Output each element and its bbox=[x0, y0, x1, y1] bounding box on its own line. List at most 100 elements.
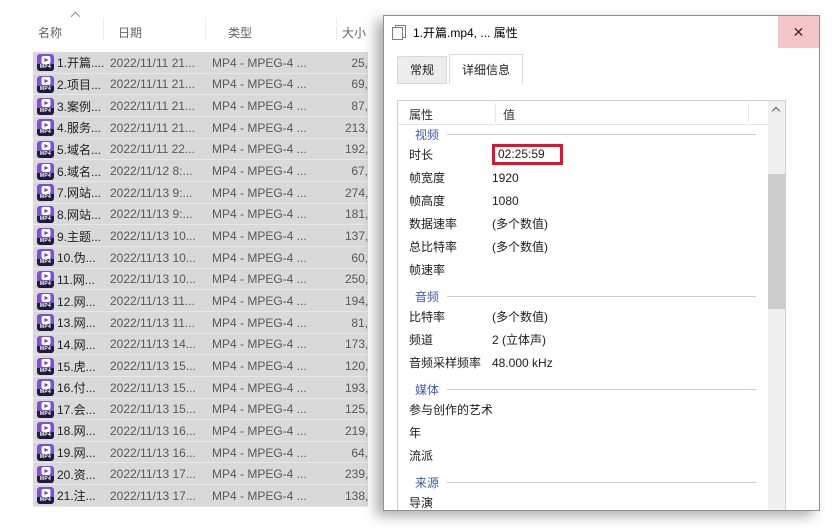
file-size: 213, bbox=[345, 121, 368, 135]
play-icon bbox=[41, 402, 50, 410]
file-type: MP4 - MPEG-4 ... bbox=[212, 316, 345, 330]
file-name: 8.网站... bbox=[57, 206, 110, 223]
scrollbar-thumb[interactable] bbox=[768, 174, 785, 309]
mp4-badge: MP4 bbox=[37, 389, 54, 396]
property-label: 参与创作的艺术家 bbox=[398, 401, 492, 418]
column-header-name[interactable]: 名称 bbox=[38, 24, 62, 41]
property-value: 48.000 kHz bbox=[492, 356, 553, 370]
dialog-titlebar[interactable]: 1.开篇.mp4, ... 属性 ✕ bbox=[384, 16, 819, 49]
file-row[interactable]: MP4 16.付... 2022/11/13 15... MP4 - MPEG-… bbox=[33, 377, 368, 399]
scroll-up-icon[interactable] bbox=[768, 101, 785, 118]
file-date: 2022/11/13 11... bbox=[110, 294, 212, 308]
play-icon bbox=[41, 56, 50, 64]
play-icon bbox=[41, 164, 50, 172]
play-icon bbox=[41, 272, 50, 280]
file-size: 138, bbox=[345, 489, 368, 503]
mp4-file-icon: MP4 bbox=[37, 163, 54, 180]
column-header-size[interactable]: 大小 bbox=[342, 24, 366, 41]
file-row[interactable]: MP4 2.项目... 2022/11/11 21... MP4 - MPEG-… bbox=[33, 74, 368, 96]
file-row[interactable]: MP4 17.会... 2022/11/13 15... MP4 - MPEG-… bbox=[33, 399, 368, 421]
details-row[interactable]: 音频采样频率 48.000 kHz bbox=[398, 351, 768, 374]
file-name: 10.伪... bbox=[57, 249, 110, 266]
file-row[interactable]: MP4 6.域名... 2022/11/12 8:... MP4 - MPEG-… bbox=[33, 160, 368, 182]
column-divider bbox=[336, 18, 337, 40]
property-value: (多个数值) bbox=[492, 215, 548, 232]
file-row[interactable]: MP4 9.主题... 2022/11/13 10... MP4 - MPEG-… bbox=[33, 225, 368, 247]
file-row[interactable]: MP4 12.网... 2022/11/13 11... MP4 - MPEG-… bbox=[33, 290, 368, 312]
file-type: MP4 - MPEG-4 ... bbox=[212, 99, 345, 113]
details-row[interactable]: 流派 bbox=[398, 444, 768, 467]
details-row[interactable]: 导演 bbox=[398, 491, 768, 510]
property-label: 时长 bbox=[398, 146, 492, 163]
mp4-file-icon: MP4 bbox=[37, 401, 54, 418]
dialog-tab[interactable]: 常规 bbox=[397, 56, 447, 84]
details-row[interactable]: 总比特率 (多个数值) bbox=[398, 235, 768, 258]
file-row[interactable]: MP4 15.虎... 2022/11/13 15... MP4 - MPEG-… bbox=[33, 355, 368, 377]
play-icon bbox=[41, 99, 50, 107]
section-divider-line bbox=[447, 134, 756, 135]
file-row[interactable]: MP4 20.资... 2022/11/13 17... MP4 - MPEG-… bbox=[33, 463, 368, 485]
file-row[interactable]: MP4 3.案例... 2022/11/11 21... MP4 - MPEG-… bbox=[33, 95, 368, 117]
file-row[interactable]: MP4 13.网... 2022/11/13 11... MP4 - MPEG-… bbox=[33, 312, 368, 334]
details-row[interactable]: 时长 02:25:59 bbox=[398, 143, 768, 166]
play-icon bbox=[41, 337, 50, 345]
file-date: 2022/11/13 14... bbox=[110, 337, 212, 351]
file-type: MP4 - MPEG-4 ... bbox=[212, 446, 345, 460]
file-date: 2022/11/13 17... bbox=[110, 467, 212, 481]
details-row[interactable]: 参与创作的艺术家 bbox=[398, 398, 768, 421]
file-name: 20.资... bbox=[57, 466, 110, 483]
details-row[interactable]: 比特率 (多个数值) bbox=[398, 305, 768, 328]
play-icon bbox=[41, 251, 50, 259]
section-name: 来源 bbox=[415, 474, 439, 491]
file-type: MP4 - MPEG-4 ... bbox=[212, 186, 345, 200]
file-size: 64, bbox=[345, 446, 368, 460]
mp4-badge: MP4 bbox=[37, 411, 54, 418]
mp4-badge: MP4 bbox=[37, 432, 54, 439]
mp4-file-icon: MP4 bbox=[37, 98, 54, 115]
file-row[interactable]: MP4 10.伪... 2022/11/13 10... MP4 - MPEG-… bbox=[33, 247, 368, 269]
file-row[interactable]: MP4 11.网... 2022/11/13 10... MP4 - MPEG-… bbox=[33, 269, 368, 291]
file-row[interactable]: MP4 19.网... 2022/11/13 16... MP4 - MPEG-… bbox=[33, 442, 368, 464]
details-row[interactable]: 帧宽度 1920 bbox=[398, 166, 768, 189]
file-row[interactable]: MP4 1.开篇.... 2022/11/11 21... MP4 - MPEG… bbox=[33, 52, 368, 74]
file-row[interactable]: MP4 4.服务... 2022/11/11 21... MP4 - MPEG-… bbox=[33, 117, 368, 139]
details-row[interactable]: 年 bbox=[398, 421, 768, 444]
column-header-date[interactable]: 日期 bbox=[118, 24, 142, 41]
property-column-header[interactable]: 属性 bbox=[409, 106, 433, 123]
file-row[interactable]: MP4 8.网站... 2022/11/13 9:... MP4 - MPEG-… bbox=[33, 204, 368, 226]
file-row[interactable]: MP4 5.域名... 2022/11/11 22... MP4 - MPEG-… bbox=[33, 139, 368, 161]
play-icon bbox=[41, 424, 50, 432]
scrollbar[interactable] bbox=[768, 101, 785, 510]
play-icon bbox=[41, 121, 50, 129]
value-column-header[interactable]: 值 bbox=[503, 106, 515, 123]
play-icon bbox=[41, 207, 50, 215]
details-list: 属性 值 视频 时长 02:25:59 帧宽度 1920 帧高度 bbox=[397, 100, 786, 511]
details-list-body: 视频 时长 02:25:59 帧宽度 1920 帧高度 1080 数据速率 (多… bbox=[398, 125, 768, 510]
mp4-file-icon: MP4 bbox=[37, 336, 54, 353]
file-type: MP4 - MPEG-4 ... bbox=[212, 272, 345, 286]
details-row[interactable]: 帧速率 bbox=[398, 258, 768, 281]
mp4-badge: MP4 bbox=[37, 129, 54, 136]
file-type: MP4 - MPEG-4 ... bbox=[212, 337, 345, 351]
property-label: 帧宽度 bbox=[398, 169, 492, 186]
file-date: 2022/11/13 10... bbox=[110, 251, 212, 265]
file-size: 137, bbox=[345, 229, 368, 243]
details-row[interactable]: 数据速率 (多个数值) bbox=[398, 212, 768, 235]
dialog-tab[interactable]: 详细信息 bbox=[449, 54, 523, 84]
details-row[interactable]: 频道 2 (立体声) bbox=[398, 328, 768, 351]
close-button[interactable]: ✕ bbox=[778, 16, 819, 48]
mp4-badge: MP4 bbox=[37, 108, 54, 115]
property-value: (多个数值) bbox=[492, 238, 548, 255]
section-name: 音频 bbox=[415, 288, 439, 305]
file-list-header: 名称 日期 类型 大小 bbox=[33, 16, 369, 44]
file-name: 7.网站... bbox=[57, 184, 110, 201]
play-icon bbox=[41, 77, 50, 85]
file-row[interactable]: MP4 21.注... 2022/11/13 17... MP4 - MPEG-… bbox=[33, 485, 368, 507]
file-row[interactable]: MP4 7.网站... 2022/11/13 9:... MP4 - MPEG-… bbox=[33, 182, 368, 204]
details-row[interactable]: 帧高度 1080 bbox=[398, 189, 768, 212]
column-header-type[interactable]: 类型 bbox=[228, 24, 252, 41]
section-divider-line bbox=[447, 296, 756, 297]
file-row[interactable]: MP4 18.网... 2022/11/13 16... MP4 - MPEG-… bbox=[33, 420, 368, 442]
file-row[interactable]: MP4 14.网... 2022/11/13 14... MP4 - MPEG-… bbox=[33, 334, 368, 356]
play-icon bbox=[41, 294, 50, 302]
